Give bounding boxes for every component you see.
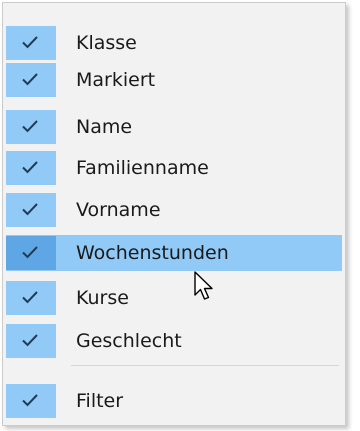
menu-item-kurse[interactable]: Kurse — [6, 280, 342, 316]
menu-item-checkbox — [6, 151, 56, 185]
checkmark-icon — [22, 161, 38, 174]
menu-item-label: Geschlecht — [76, 330, 182, 352]
checkmark-icon — [22, 73, 38, 86]
checkmark-icon — [22, 246, 38, 259]
menu-item-label: Familienname — [76, 157, 209, 179]
menu-item-label: Wochenstunden — [76, 242, 229, 264]
menu-item-checkbox — [6, 193, 56, 227]
menu-item-wochenstunden[interactable]: Wochenstunden — [6, 235, 342, 271]
menu-item-label: Vorname — [76, 199, 161, 221]
checkmark-icon — [22, 203, 38, 216]
menu-separator — [71, 365, 339, 366]
menu-item-filter[interactable]: Filter — [6, 383, 342, 419]
menu-item-markiert[interactable]: Markiert — [6, 62, 342, 98]
menu-item-label: Name — [76, 116, 133, 138]
menu-item-checkbox — [6, 384, 56, 418]
menu-item-label: Markiert — [76, 69, 156, 91]
menu-item-familienname[interactable]: Familienname — [6, 150, 342, 186]
menu-item-vorname[interactable]: Vorname — [6, 192, 342, 228]
menu-item-checkbox — [6, 236, 56, 270]
menu-item-klasse[interactable]: Klasse — [6, 25, 342, 61]
menu-item-checkbox — [6, 324, 56, 358]
menu-item-geschlecht[interactable]: Geschlecht — [6, 323, 342, 359]
menu-item-checkbox — [6, 281, 56, 315]
menu-item-label: Kurse — [76, 287, 129, 309]
menu-item-checkbox — [6, 63, 56, 97]
menu-item-name[interactable]: Name — [6, 109, 342, 145]
checkmark-icon — [22, 394, 38, 407]
menu-item-checkbox — [6, 110, 56, 144]
checkmark-icon — [22, 334, 38, 347]
mouse-pointer-icon — [194, 271, 213, 300]
column-visibility-context-menu: Klasse Markiert Name Familienname Vornam… — [2, 2, 346, 426]
checkmark-icon — [22, 120, 38, 133]
checkmark-icon — [22, 291, 38, 304]
checkmark-icon — [22, 36, 38, 49]
menu-item-label: Filter — [76, 390, 124, 412]
menu-item-label: Klasse — [76, 32, 137, 54]
menu-item-checkbox — [6, 26, 56, 60]
